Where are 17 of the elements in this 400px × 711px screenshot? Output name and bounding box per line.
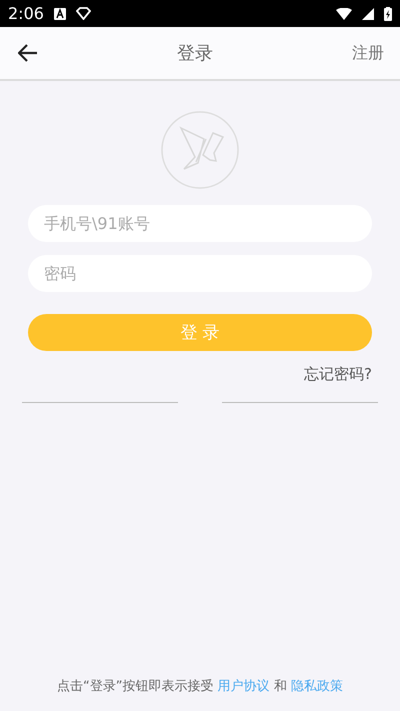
butterfly-logo-icon [161, 111, 239, 189]
keyboard-icon [54, 8, 66, 20]
back-arrow-icon[interactable] [18, 44, 38, 62]
register-link[interactable]: 注册 [352, 42, 384, 64]
password-field[interactable]: 密码 [28, 255, 372, 292]
clock: 2:06 [8, 4, 44, 23]
page-title: 登录 [177, 42, 213, 65]
agreement-link[interactable]: 隐私政策 [290, 679, 343, 694]
account-field[interactable]: 手机号\91账号 [28, 205, 372, 242]
agreement-link[interactable]: 用户协议 [218, 679, 270, 694]
login-button[interactable]: 登 录 [28, 314, 372, 351]
forgot-password-link[interactable]: 忘记密码? [304, 365, 372, 384]
agreement-notice: 点击“登录”按钮即表示接受 用户协议 和 隐私政策 [57, 678, 343, 695]
signal-icon [362, 8, 374, 20]
battery-icon [384, 6, 392, 20]
diamond-icon [76, 7, 91, 20]
wifi-icon [336, 8, 352, 20]
